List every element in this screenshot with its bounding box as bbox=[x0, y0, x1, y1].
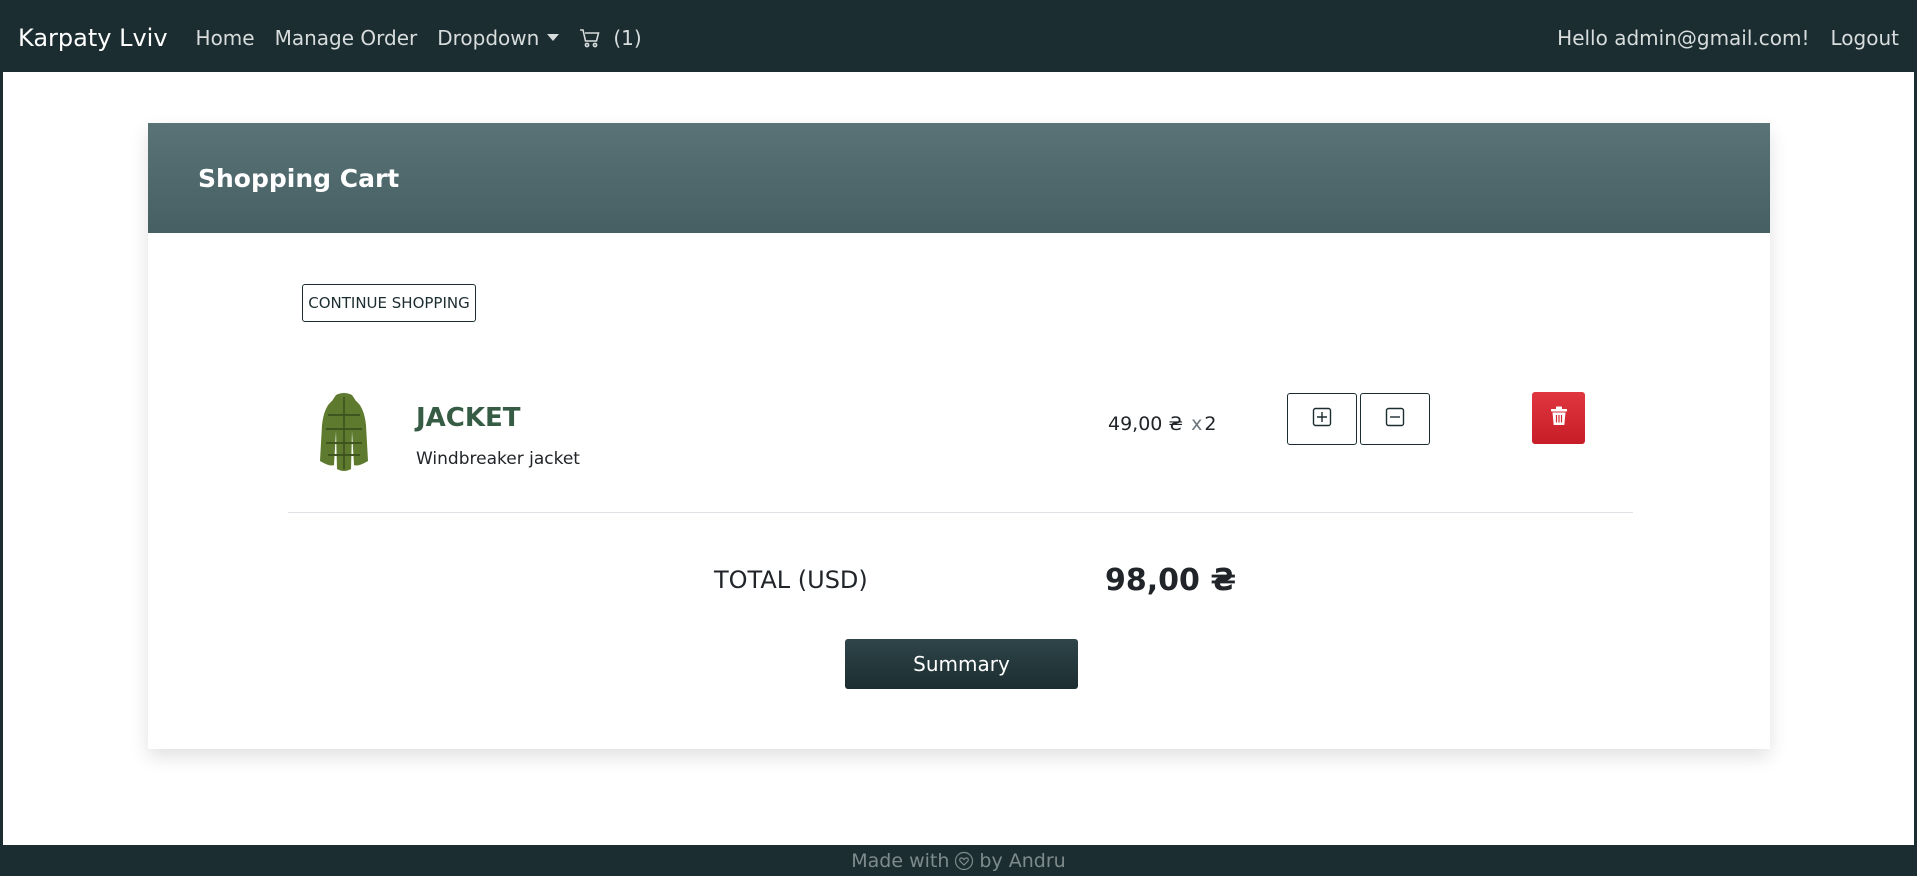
continue-shopping-button[interactable]: CONTINUE SHOPPING bbox=[302, 284, 476, 322]
summary-button[interactable]: Summary bbox=[845, 639, 1078, 689]
divider bbox=[288, 512, 1633, 513]
trash-icon bbox=[1550, 406, 1568, 430]
heart-icon bbox=[954, 851, 974, 871]
caret-down-icon bbox=[547, 34, 560, 41]
increase-quantity-button[interactable] bbox=[1287, 393, 1357, 445]
plus-square-icon bbox=[1312, 407, 1332, 431]
logout-link[interactable]: Logout bbox=[1831, 26, 1899, 50]
product-name[interactable]: JACKET bbox=[416, 403, 521, 433]
card-header: Shopping Cart bbox=[148, 123, 1770, 233]
item-quantity: 2 bbox=[1204, 413, 1217, 435]
product-image bbox=[318, 391, 370, 473]
total-value: 98,00 ₴ bbox=[1105, 563, 1237, 598]
user-greeting[interactable]: Hello admin@gmail.com! bbox=[1557, 26, 1809, 50]
decrease-quantity-button[interactable] bbox=[1360, 393, 1430, 445]
footer-author: by Andru bbox=[979, 849, 1066, 872]
nav-cart-link[interactable]: (1) bbox=[579, 25, 642, 50]
shopping-cart-card: Shopping Cart CONTINUE SHOPPING JACKET W… bbox=[148, 123, 1770, 749]
cart-icon bbox=[579, 28, 601, 48]
remove-item-button[interactable] bbox=[1532, 392, 1585, 444]
nav-dropdown-toggle[interactable]: Dropdown bbox=[437, 25, 560, 50]
nav-user-area: Hello admin@gmail.com! Logout bbox=[1536, 26, 1899, 50]
minus-square-icon bbox=[1385, 407, 1405, 431]
footer: Made with by Andru bbox=[3, 845, 1914, 876]
item-price: 49,00 ₴ x 2 bbox=[1108, 413, 1216, 435]
unit-price: 49,00 ₴ bbox=[1108, 413, 1184, 435]
footer-made-with: Made with bbox=[851, 849, 950, 872]
nav-home-link[interactable]: Home bbox=[196, 26, 255, 50]
cart-count: (1) bbox=[613, 25, 642, 50]
times-sign: x bbox=[1191, 413, 1203, 435]
dropdown-label: Dropdown bbox=[437, 25, 540, 50]
product-description: Windbreaker jacket bbox=[416, 449, 580, 469]
navbar: Karpaty Lviv Home Manage Order Dropdown … bbox=[3, 0, 1914, 72]
total-label: TOTAL (USD) bbox=[714, 566, 868, 594]
page-title: Shopping Cart bbox=[198, 163, 400, 193]
nav-manage-order-link[interactable]: Manage Order bbox=[275, 26, 418, 50]
brand-logo[interactable]: Karpaty Lviv bbox=[18, 24, 168, 52]
